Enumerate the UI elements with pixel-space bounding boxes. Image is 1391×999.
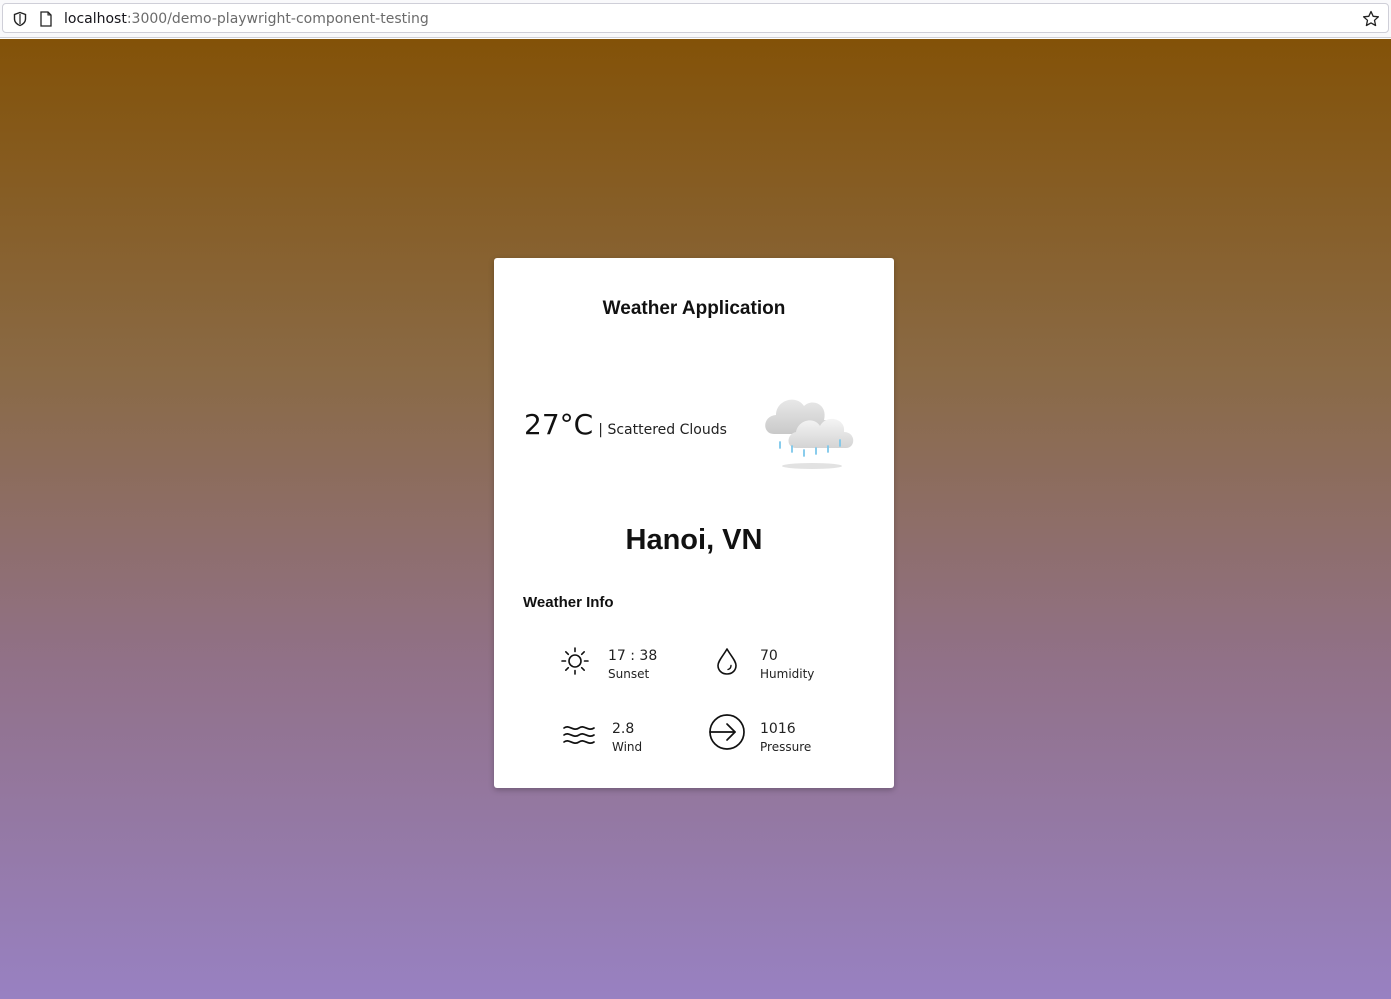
sunset-label: Sunset bbox=[608, 667, 650, 681]
info-item-pressure: 1016 Pressure bbox=[708, 713, 858, 757]
url-path: :3000/demo-playwright-component-testing bbox=[126, 11, 429, 27]
wind-icon bbox=[563, 726, 595, 744]
city-name: Hanoi, VN bbox=[625, 524, 763, 556]
humidity-value: 70 bbox=[760, 648, 778, 664]
app-title: Weather Application bbox=[602, 298, 786, 319]
sun-icon bbox=[561, 647, 589, 675]
info-item-humidity: 70 Humidity bbox=[712, 646, 862, 690]
url-host: localhost bbox=[64, 11, 127, 27]
pressure-label: Pressure bbox=[760, 740, 812, 754]
info-item-wind: 2.8 Wind bbox=[562, 719, 712, 763]
temperature: 27°C bbox=[524, 408, 594, 441]
temperature-row: 27°C | Scattered Clouds bbox=[524, 408, 727, 441]
wind-label: Wind bbox=[612, 740, 643, 754]
arrow-circle-icon bbox=[709, 714, 745, 750]
url-text[interactable]: localhost:3000/demo-playwright-component… bbox=[64, 10, 429, 28]
page-icon bbox=[40, 11, 52, 27]
info-item-sunset: 17 : 38 Sunset bbox=[560, 646, 710, 690]
droplet-icon bbox=[717, 648, 737, 675]
humidity-label: Humidity bbox=[760, 667, 815, 681]
url-field[interactable]: localhost:3000/demo-playwright-component… bbox=[2, 3, 1389, 33]
sunset-value: 17 : 38 bbox=[608, 648, 658, 664]
weather-info-heading: Weather Info bbox=[523, 594, 614, 611]
wind-value: 2.8 bbox=[612, 721, 635, 737]
browser-toolbar: localhost:3000/demo-playwright-component… bbox=[0, 0, 1391, 38]
page-background: Weather Application 27°C | Scattered Clo… bbox=[0, 39, 1391, 999]
pressure-value: 1016 bbox=[760, 721, 796, 737]
bookmark-star-icon[interactable] bbox=[1362, 10, 1380, 28]
weather-description: | Scattered Clouds bbox=[598, 422, 727, 438]
rain-cloud-icon bbox=[765, 399, 854, 469]
weather-card: Weather Application 27°C | Scattered Clo… bbox=[494, 258, 894, 788]
shield-icon[interactable] bbox=[12, 11, 28, 27]
